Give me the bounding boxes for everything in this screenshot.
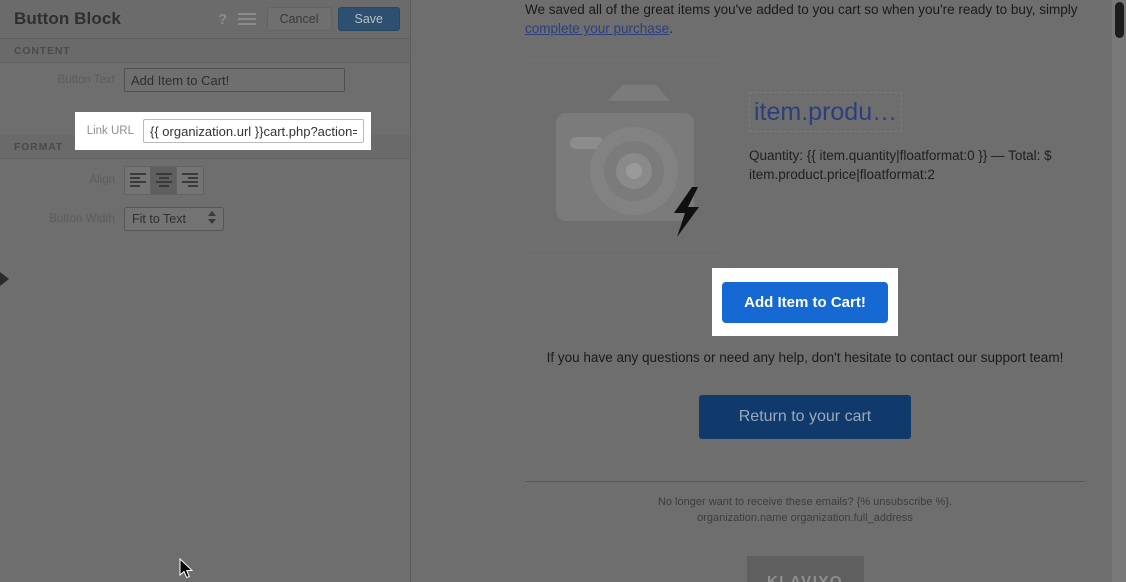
button-text-input[interactable] [124, 68, 345, 92]
page-title: Button Block [14, 9, 121, 28]
return-to-cart-button[interactable]: Return to your cart [698, 395, 912, 439]
align-center-button[interactable] [151, 166, 177, 194]
intro-text-part1: We saved all of the great items you've a… [525, 2, 1078, 17]
footer-unsubscribe-line[interactable]: No longer want to receive these emails? … [658, 496, 952, 508]
button-width-row: Button Width Fit to Text [0, 201, 410, 237]
footer-organization-line: organization.name organization.full_addr… [697, 512, 913, 524]
intro-paragraph: We saved all of the great items you've a… [525, 0, 1085, 38]
link-url-spotlight: Link URL [75, 112, 371, 150]
button-block-editor-panel: Button Block ? Cancel Save CONTENT Butto… [0, 0, 411, 582]
intro-text-part2: . [669, 21, 673, 36]
cancel-button[interactable]: Cancel [266, 7, 332, 31]
product-row: item.produ… Quantity: {{ item.quantity|f… [525, 60, 1085, 256]
product-meta: Quantity: {{ item.quantity|floatformat:0… [749, 148, 1052, 182]
align-left-button[interactable] [125, 166, 151, 194]
align-row: Align [0, 159, 410, 201]
klaviyo-logo: KLAVIYO [746, 556, 864, 582]
button-text-label: Button Text [57, 74, 115, 86]
link-url-label: Link URL [86, 125, 134, 137]
hamburger-menu-icon[interactable] [237, 9, 257, 29]
button-width-select[interactable]: Fit to Text [124, 207, 224, 231]
product-name[interactable]: item.produ… [749, 92, 903, 132]
editor-panel-header: Button Block ? Cancel Save [0, 0, 410, 39]
camera-placeholder-icon[interactable] [525, 60, 723, 256]
section-header-content: CONTENT [0, 39, 410, 63]
complete-purchase-link[interactable]: complete your purchase [525, 21, 669, 36]
product-details: item.produ… Quantity: {{ item.quantity|f… [749, 60, 1059, 256]
question-mark-icon[interactable]: ? [215, 9, 231, 29]
link-url-input[interactable] [143, 119, 364, 143]
panel-collapse-arrow-icon[interactable] [0, 272, 9, 286]
button-text-row: Button Text [0, 63, 410, 97]
button-width-label: Button Width [49, 213, 115, 225]
cta-spotlight: Add Item to Cart! [712, 268, 898, 336]
add-item-to-cart-button[interactable]: Add Item to Cart! [722, 281, 888, 323]
chevron-updown-icon [208, 211, 216, 224]
app-root: Button Block ? Cancel Save CONTENT Butto… [0, 0, 1126, 582]
preview-scrollbar-thumb[interactable] [1115, 2, 1124, 38]
support-paragraph: If you have any questions or need any he… [546, 350, 1064, 365]
align-label: Align [89, 174, 115, 186]
footer-text: No longer want to receive these emails? … [525, 494, 1085, 526]
align-button-group [124, 165, 204, 195]
button-width-value: Fit to Text [132, 212, 186, 226]
align-right-button[interactable] [177, 166, 203, 194]
footer-divider [525, 481, 1085, 482]
preview-scrollbar[interactable] [1112, 0, 1126, 582]
save-button[interactable]: Save [337, 7, 400, 31]
